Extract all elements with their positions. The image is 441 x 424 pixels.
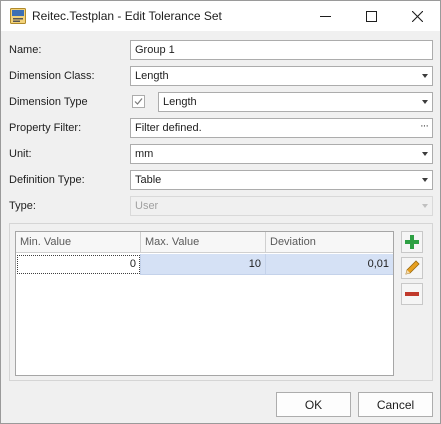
dimension-class-dropdown[interactable]: Length [130, 66, 433, 86]
close-button[interactable] [395, 1, 441, 31]
remove-row-button[interactable] [401, 283, 423, 305]
name-label: Name: [9, 44, 42, 56]
property-filter-field[interactable]: Filter defined. ··· [130, 118, 433, 138]
column-header-max[interactable]: Max. Value [141, 232, 266, 253]
maximize-icon [366, 11, 377, 22]
maximize-button[interactable] [349, 1, 395, 31]
minimize-button[interactable] [303, 1, 349, 31]
property-filter-label: Property Filter: [9, 122, 82, 134]
unit-label: Unit: [9, 148, 32, 160]
cell-deviation[interactable]: 0,01 [266, 254, 393, 275]
dimension-type-label: Dimension Type [9, 96, 88, 108]
definition-type-dropdown[interactable]: Table [130, 170, 433, 190]
grid-header: Min. Value Max. Value Deviation [16, 232, 393, 253]
chevron-down-icon [422, 178, 428, 182]
unit-dropdown[interactable]: mm [130, 144, 433, 164]
cancel-button[interactable]: Cancel [358, 392, 433, 417]
reitec-app-icon [10, 8, 26, 24]
chevron-down-icon [422, 74, 428, 78]
unit-value: mm [135, 148, 154, 160]
checkmark-icon [134, 98, 143, 105]
minus-icon [405, 292, 419, 296]
column-header-deviation[interactable]: Deviation [266, 232, 393, 253]
dimension-type-dropdown[interactable]: Length [158, 92, 433, 112]
type-label: Type: [9, 200, 36, 212]
edit-tolerance-set-dialog: Reitec.Testplan - Edit Tolerance Set Nam… [0, 0, 441, 424]
plus-icon [405, 235, 419, 249]
ok-button[interactable]: OK [276, 392, 351, 417]
type-dropdown: User [130, 196, 433, 216]
definition-type-value: Table [135, 174, 162, 186]
ellipsis-button[interactable]: ··· [420, 120, 429, 132]
dimension-type-checkbox[interactable] [132, 95, 145, 108]
window-title: Reitec.Testplan - Edit Tolerance Set [32, 9, 222, 23]
title-bar[interactable]: Reitec.Testplan - Edit Tolerance Set [1, 1, 440, 31]
dimension-class-label: Dimension Class: [9, 70, 95, 82]
minimize-icon [320, 16, 331, 17]
type-value: User [135, 200, 159, 212]
tolerance-grid[interactable]: Min. Value Max. Value Deviation 0 10 0,0… [15, 231, 394, 376]
dimension-type-value: Length [163, 96, 197, 108]
cell-max-value[interactable]: 10 [141, 254, 266, 275]
name-value: Group 1 [135, 44, 175, 56]
chevron-down-icon [422, 204, 428, 208]
chevron-down-icon [422, 100, 428, 104]
table-row[interactable]: 0 10 0,01 [16, 254, 393, 275]
close-icon [412, 11, 423, 22]
edit-row-button[interactable] [401, 257, 423, 279]
dimension-class-value: Length [135, 70, 169, 82]
add-row-button[interactable] [401, 231, 423, 253]
cell-min-value[interactable]: 0 [16, 254, 141, 275]
chevron-down-icon [422, 152, 428, 156]
property-filter-value: Filter defined. [135, 122, 202, 134]
definition-type-label: Definition Type: [9, 174, 85, 186]
column-header-min[interactable]: Min. Value [16, 232, 141, 253]
pencil-icon [405, 260, 420, 275]
name-input[interactable]: Group 1 [130, 40, 433, 60]
